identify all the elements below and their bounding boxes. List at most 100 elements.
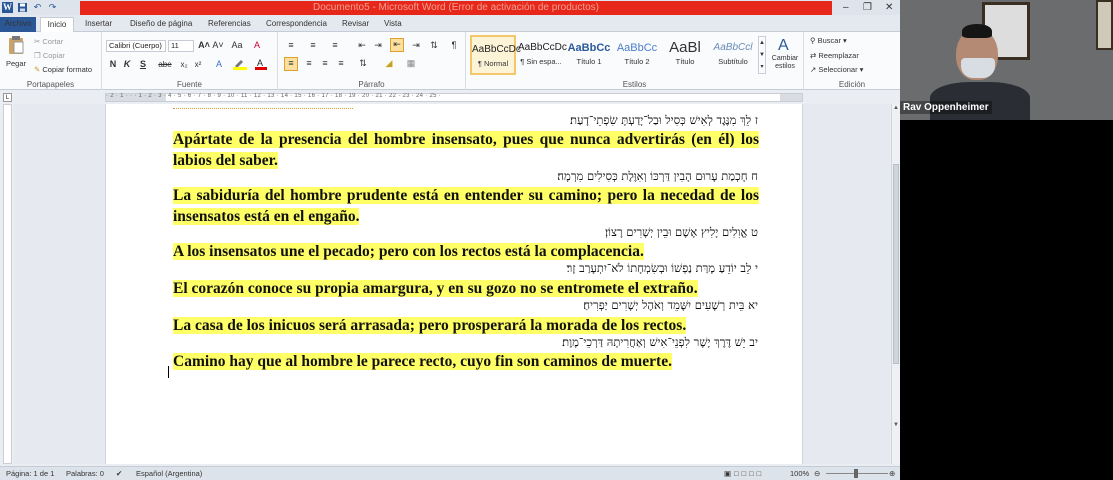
style-titulo-2[interactable]: AaBbCc Título 2 bbox=[614, 35, 660, 75]
window-controls: – ❐ ✕ bbox=[835, 0, 900, 15]
multilevel-list-icon[interactable]: ≡ bbox=[328, 40, 342, 51]
scroll-up-icon[interactable]: ▲ bbox=[892, 105, 900, 111]
vertical-ruler[interactable] bbox=[3, 104, 12, 464]
change-styles-button[interactable]: A Cambiar estilos bbox=[768, 36, 802, 76]
tab-selector-icon[interactable]: L bbox=[3, 93, 12, 102]
styles-scroll-icon[interactable]: ▲ ▼ ▾ bbox=[758, 36, 766, 74]
save-icon[interactable] bbox=[17, 2, 28, 13]
bold-button[interactable]: N bbox=[108, 59, 118, 70]
spanish-verse-8: La sabiduría del hombre prudente está en… bbox=[173, 185, 759, 227]
ruler-row: L · 2 · 1 · · · 1 · 2 · 3 · 4 · 5 · 6 · … bbox=[0, 91, 900, 104]
group-edicion: ⚲ Buscar ▾ ⇄ Reemplazar ↗ Seleccionar ▾ … bbox=[804, 32, 900, 90]
zoom-in-icon[interactable]: ⊕ bbox=[889, 469, 895, 478]
tab-referencias[interactable]: Referencias bbox=[208, 17, 251, 32]
font-name-select[interactable]: Calibri (Cuerpo) bbox=[106, 40, 166, 52]
language-indicator[interactable]: Español (Argentina) bbox=[136, 469, 202, 478]
restore-button[interactable]: ❐ bbox=[859, 2, 875, 13]
scrollbar-thumb[interactable] bbox=[893, 164, 899, 364]
copy-button[interactable]: ❐ Copiar bbox=[34, 51, 65, 60]
zoom-level[interactable]: 100% bbox=[790, 469, 809, 478]
cut-button[interactable]: ✂ Cortar bbox=[34, 37, 63, 46]
style-normal[interactable]: AaBbCcDc ¶ Normal bbox=[470, 35, 521, 75]
horizontal-ruler[interactable]: · 2 · 1 · · · 1 · 2 · 3 · 4 · 5 · 6 · 7 … bbox=[105, 93, 803, 102]
font-color-icon: A bbox=[255, 58, 267, 70]
tab-revisar[interactable]: Revisar bbox=[342, 17, 369, 32]
page-count[interactable]: Página: 1 de 1 bbox=[6, 469, 54, 478]
strikethrough-button[interactable]: abe bbox=[156, 59, 174, 70]
tab-correspondencia[interactable]: Correspondencia bbox=[266, 17, 327, 32]
select-button[interactable]: ↗ Seleccionar ▾ bbox=[810, 65, 863, 74]
paste-label: Pegar bbox=[6, 59, 27, 68]
tab-vista[interactable]: Vista bbox=[384, 17, 402, 32]
document-page[interactable]: ז לֵךְ מִנֶּגֶד לְאִישׁ כְּסִיל וּבַל־יָ… bbox=[105, 104, 803, 464]
subscript-button[interactable]: x₂ bbox=[178, 59, 190, 70]
bullets-icon[interactable]: ≡ bbox=[284, 40, 298, 51]
sort-icon[interactable]: ⇅ bbox=[428, 40, 440, 51]
vertical-scrollbar[interactable]: ▲ ▼ bbox=[891, 104, 900, 464]
shading-icon[interactable]: ◢ bbox=[382, 58, 396, 69]
decrease-indent-icon[interactable]: ⇤ bbox=[356, 40, 368, 51]
group-label-portapapeles: Portapapeles bbox=[26, 80, 75, 89]
hebrew-verse-11: יא בֵּית רְשָׁעִים יִשָּׁמֵד וְאֹהֶל יְש… bbox=[583, 298, 758, 312]
spanish-verse-11: La casa de los inicuos será arrasada; pe… bbox=[173, 315, 759, 336]
spanish-verse-10-text: El corazón conoce su propia amargura, y … bbox=[173, 280, 698, 297]
group-estilos: AaBbCcDc ¶ Normal AaBbCcDc ¶ Sin espa...… bbox=[466, 32, 804, 90]
format-painter-button[interactable]: ✎ Copiar formato bbox=[34, 65, 92, 74]
minimize-button[interactable]: – bbox=[838, 2, 854, 13]
tab-insertar[interactable]: Insertar bbox=[85, 17, 112, 32]
numbering-icon[interactable]: ≡ bbox=[306, 40, 320, 51]
show-marks-button[interactable]: ¶ bbox=[448, 40, 460, 51]
tab-archivo[interactable]: Archivo bbox=[0, 17, 36, 32]
tab-inicio[interactable]: Inicio bbox=[40, 17, 74, 32]
justify-icon[interactable]: ≡ bbox=[334, 58, 348, 69]
wall-picture-2 bbox=[1096, 0, 1113, 50]
increase-indent-icon[interactable]: ⇥ bbox=[372, 40, 384, 51]
align-center-icon[interactable]: ≡ bbox=[302, 58, 316, 69]
clear-format-button[interactable]: A bbox=[250, 40, 264, 51]
title-bar: W ↶ ↷ Documento5 - Microsoft Word (Error… bbox=[0, 0, 900, 15]
view-buttons-icon[interactable]: ▣□□□□ bbox=[724, 469, 764, 478]
underline-button[interactable]: S bbox=[138, 59, 148, 70]
brush-icon: ✎ bbox=[34, 65, 41, 74]
spanish-verse-9-text: A los insensatos une el pecado; pero con… bbox=[173, 243, 644, 260]
italic-button[interactable]: K bbox=[122, 59, 132, 70]
style-titulo[interactable]: AaBl Título bbox=[662, 35, 708, 75]
align-left-icon[interactable]: ≡ bbox=[284, 57, 298, 71]
shrink-font-button[interactable]: A˅ bbox=[212, 40, 224, 51]
proofing-icon[interactable]: ✔ bbox=[116, 469, 122, 478]
hebrew-verse-10: י לֵב יוֹדֵעַ מָרַּת נַפְשׁוֹ וּבְשִׂמְח… bbox=[566, 261, 758, 275]
close-button[interactable]: ✕ bbox=[881, 2, 897, 13]
undo-icon[interactable]: ↶ bbox=[32, 2, 43, 13]
redo-icon[interactable]: ↷ bbox=[47, 2, 58, 13]
font-size-select[interactable]: 11 bbox=[168, 40, 194, 52]
line-spacing-icon[interactable]: ⇅ bbox=[356, 58, 370, 69]
style-sin-espaciado[interactable]: AaBbCcDc ¶ Sin espa... bbox=[518, 35, 567, 75]
rtl-direction-icon[interactable]: ⇤ bbox=[390, 38, 404, 52]
word-app-icon[interactable]: W bbox=[2, 2, 13, 13]
cursor-icon: ↗ bbox=[810, 65, 817, 74]
superscript-button[interactable]: x² bbox=[192, 59, 204, 70]
font-color-button[interactable]: A bbox=[254, 58, 268, 70]
scroll-down-icon[interactable]: ▼ bbox=[892, 422, 900, 428]
style-normal-label: ¶ Normal bbox=[477, 59, 509, 68]
word-count[interactable]: Palabras: 0 bbox=[66, 469, 104, 478]
highlight-color-button[interactable] bbox=[232, 58, 248, 70]
change-case-button[interactable]: Aa bbox=[230, 40, 244, 51]
text-effects-icon[interactable]: A bbox=[212, 59, 226, 70]
borders-icon[interactable]: ▦ bbox=[404, 58, 418, 69]
find-button[interactable]: ⚲ Buscar ▾ bbox=[810, 36, 847, 45]
grow-font-button[interactable]: A˄ bbox=[198, 40, 210, 51]
tab-diseno-pagina[interactable]: Diseño de página bbox=[130, 17, 192, 32]
style-titulo-2-preview: AaBbCc bbox=[616, 42, 658, 54]
cut-label: Cortar bbox=[42, 37, 64, 46]
status-bar: Página: 1 de 1 Palabras: 0 ✔ Español (Ar… bbox=[0, 466, 900, 480]
zoom-slider-thumb[interactable] bbox=[854, 469, 858, 478]
zoom-out-icon[interactable]: ⊖ bbox=[814, 469, 820, 478]
style-subtitulo[interactable]: AaBbCcl Subtítulo bbox=[710, 35, 756, 75]
style-titulo-1[interactable]: AaBbCc Título 1 bbox=[566, 35, 612, 75]
replace-button[interactable]: ⇄ Reemplazar bbox=[810, 51, 859, 60]
select-label: Seleccionar bbox=[818, 65, 858, 74]
replace-label: Reemplazar bbox=[818, 51, 859, 60]
ltr-direction-icon[interactable]: ⇥ bbox=[410, 40, 422, 51]
align-right-icon[interactable]: ≡ bbox=[318, 58, 332, 69]
